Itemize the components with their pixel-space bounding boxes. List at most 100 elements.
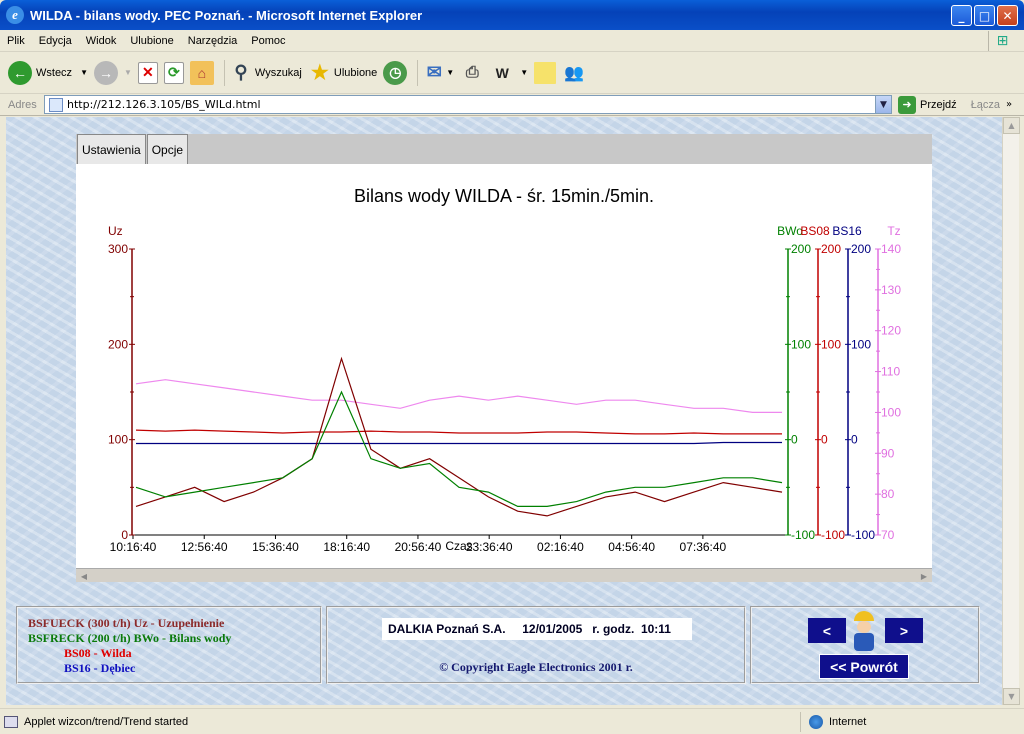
axis-tick-label: -100 bbox=[851, 528, 875, 542]
printer-icon: ⎙ bbox=[465, 63, 479, 81]
applet-tabs: Ustawienia Opcje bbox=[76, 134, 932, 164]
history-icon: ◷ bbox=[383, 60, 408, 85]
menu-pomoc[interactable]: Pomoc bbox=[244, 35, 292, 47]
legend-item: BSFUECK (300 t/h) Uz - Uzupełnienie bbox=[28, 616, 225, 630]
address-url: http://212.126.3.105/BS_WILd.html bbox=[67, 98, 261, 111]
axis-tick-label: 110 bbox=[881, 365, 900, 379]
stop-button[interactable]: ✕ bbox=[137, 61, 158, 84]
axis-tick-label: 100 bbox=[881, 405, 901, 419]
go-button[interactable]: ➜ Przejdź bbox=[898, 95, 957, 114]
axis-tick-label: 200 bbox=[791, 242, 811, 256]
menu-ulubione[interactable]: Ulubione bbox=[123, 35, 180, 47]
maximize-button[interactable]: □ bbox=[974, 5, 995, 26]
x-tick-label: 20:56:40 bbox=[395, 540, 442, 554]
series-line-uz bbox=[135, 356, 783, 517]
axis-label-bwo: BWo bbox=[777, 224, 803, 238]
axis-tick-label: 300 bbox=[108, 242, 128, 256]
toolbar: ← Wstecz ▼ → ▼ ✕ ⟳ ⌂ ⚲ Wyszukaj ★ Ulubio… bbox=[0, 52, 1024, 94]
series-line-bs16 bbox=[136, 441, 782, 445]
go-arrow-icon: ➜ bbox=[898, 95, 916, 114]
refresh-button[interactable]: ⟳ bbox=[163, 61, 184, 84]
axis-tick-label: 140 bbox=[881, 242, 901, 256]
address-input[interactable]: http://212.126.3.105/BS_WILd.html ▼ bbox=[44, 95, 892, 114]
axis-tick-label: 200 bbox=[821, 242, 841, 256]
messenger-icon: 👥 bbox=[564, 64, 585, 82]
back-to-main-button[interactable]: << Powrót bbox=[819, 654, 909, 679]
x-axis-label: Czas bbox=[445, 539, 472, 553]
x-tick-label: 12:56:40 bbox=[181, 540, 228, 554]
axis-tick-label: 80 bbox=[881, 487, 895, 501]
info-banner: DALKIA Poznań S.A. 12/01/2005 r. godz. 1… bbox=[382, 618, 692, 640]
print-button[interactable]: ⎙ bbox=[460, 61, 484, 85]
window-title: WILDA - bilans wody. PEC Poznań. - Micro… bbox=[30, 7, 423, 23]
horizontal-scrollbar[interactable]: ◀ ▶ bbox=[76, 568, 932, 582]
back-button[interactable]: ← Wstecz ▼ bbox=[8, 60, 88, 85]
legend-item: BS08 - Wilda bbox=[64, 646, 132, 660]
axis-tick-label: 100 bbox=[821, 337, 841, 351]
info-panel: DALKIA Poznań S.A. 12/01/2005 r. godz. 1… bbox=[326, 606, 746, 684]
axis-tick-label: 0 bbox=[791, 433, 798, 447]
links-label[interactable]: Łącza bbox=[971, 99, 1000, 111]
menu-widok[interactable]: Widok bbox=[79, 35, 124, 47]
axis-tick-label: -100 bbox=[791, 528, 815, 542]
axis-label-tz: Tz bbox=[887, 224, 900, 238]
favorites-button[interactable]: ★ Ulubione bbox=[308, 61, 377, 85]
windows-logo-icon: ⊞ bbox=[988, 31, 1016, 51]
forward-dropdown-icon[interactable]: ▼ bbox=[124, 68, 132, 77]
scroll-down-icon[interactable]: ▼ bbox=[1003, 688, 1020, 705]
status-text: Applet wizcon/trend/Trend started bbox=[24, 715, 189, 728]
home-button[interactable]: ⌂ bbox=[189, 60, 214, 85]
axis-tick-label: -100 bbox=[821, 528, 845, 542]
mail-button[interactable]: ✉ ▼ bbox=[422, 61, 454, 85]
axis-tick-label: 130 bbox=[881, 283, 901, 297]
address-label: Adres bbox=[8, 98, 37, 111]
back-dropdown-icon[interactable]: ▼ bbox=[80, 68, 88, 77]
search-button[interactable]: ⚲ Wyszukaj bbox=[229, 61, 302, 85]
x-tick-label: 15:36:40 bbox=[252, 540, 299, 554]
axis-tick-label: 0 bbox=[821, 433, 828, 447]
edit-icon: W bbox=[495, 64, 509, 81]
next-button[interactable]: > bbox=[885, 618, 923, 643]
scroll-right-icon[interactable]: ▶ bbox=[918, 570, 930, 582]
discuss-button[interactable] bbox=[534, 61, 557, 84]
axis-label-bs16: BS16 bbox=[832, 224, 862, 238]
axis-tick-label: 70 bbox=[881, 528, 895, 542]
menu-plik[interactable]: Plik bbox=[0, 35, 32, 47]
axis-tick-label: 0 bbox=[851, 433, 858, 447]
favorites-label: Ulubione bbox=[333, 66, 378, 79]
globe-icon bbox=[809, 714, 823, 729]
search-icon: ⚲ bbox=[234, 62, 248, 82]
status-bar: Applet wizcon/trend/Trend started Intern… bbox=[0, 708, 1024, 734]
forward-button[interactable]: → ▼ bbox=[93, 60, 132, 85]
x-tick-label: 02:16:40 bbox=[537, 540, 584, 554]
minimize-button[interactable]: _ bbox=[951, 5, 972, 26]
messenger-button[interactable]: 👥 bbox=[562, 61, 586, 85]
axis-tick-label: 200 bbox=[851, 242, 871, 256]
axis-label-uz: Uz bbox=[108, 224, 123, 238]
menu-edycja[interactable]: Edycja bbox=[32, 35, 79, 47]
x-tick-label: 04:56:40 bbox=[608, 540, 655, 554]
history-button[interactable]: ◷ bbox=[383, 60, 408, 85]
links-chevron-icon[interactable]: » bbox=[1006, 99, 1012, 110]
axis-tick-label: 100 bbox=[791, 337, 811, 351]
scroll-left-icon[interactable]: ◀ bbox=[78, 570, 90, 582]
address-dropdown-icon[interactable]: ▼ bbox=[875, 96, 891, 113]
page-content: Ustawienia Opcje Bilans wody WILDA - śr.… bbox=[6, 117, 1002, 705]
title-bar: e WILDA - bilans wody. PEC Poznań. - Mic… bbox=[0, 0, 1024, 30]
x-tick-label: 23:36:40 bbox=[466, 540, 513, 554]
legend-panel: BSFUECK (300 t/h) Uz - Uzupełnienie BSFRE… bbox=[16, 606, 322, 684]
prev-button[interactable]: < bbox=[808, 618, 846, 643]
menu-narzedzia[interactable]: Narzędzia bbox=[181, 35, 245, 47]
tab-ustawienia[interactable]: Ustawienia bbox=[77, 134, 146, 164]
close-button[interactable]: ✕ bbox=[997, 5, 1018, 26]
legend-item: BSFRECK (200 t/h) BWo - Bilans wody bbox=[28, 631, 232, 645]
scroll-up-icon[interactable]: ▲ bbox=[1003, 117, 1020, 134]
mail-icon: ✉ bbox=[426, 62, 442, 82]
back-arrow-icon: ← bbox=[8, 60, 32, 85]
axis-tick-label: 120 bbox=[881, 324, 901, 338]
edit-button[interactable]: W ▼ bbox=[490, 61, 529, 85]
tab-opcje[interactable]: Opcje bbox=[146, 134, 189, 164]
x-tick-label: 10:16:40 bbox=[110, 540, 157, 554]
address-bar: Adres http://212.126.3.105/BS_WILd.html … bbox=[0, 94, 1024, 116]
vertical-scrollbar[interactable]: ▲ ▼ bbox=[1002, 117, 1020, 705]
